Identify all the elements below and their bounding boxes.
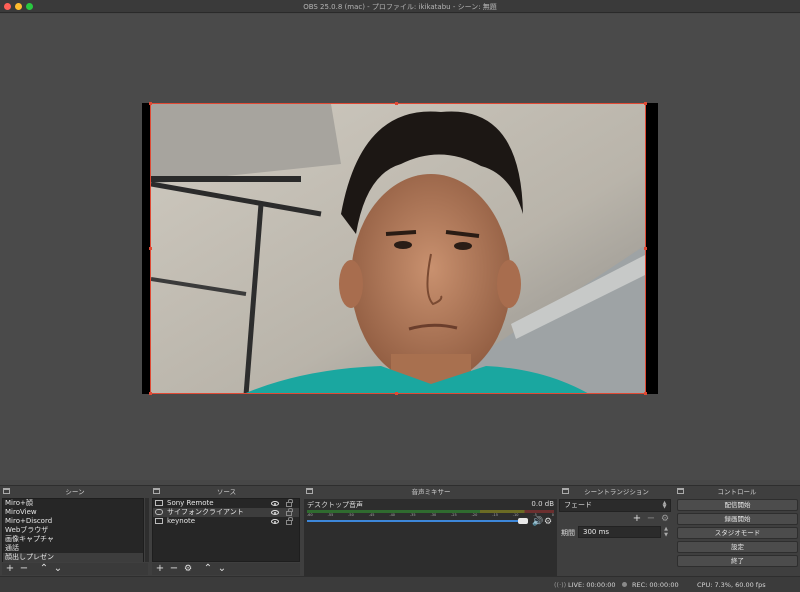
sources-dock-title: ソース <box>216 488 237 496</box>
tick-label: -40 <box>389 513 396 517</box>
studio-mode-button[interactable]: スタジオモード <box>677 527 798 539</box>
mixer-track-name: デスクトップ音声 <box>307 501 363 509</box>
chevron-updown-icon: ▲ ▼ <box>662 500 667 510</box>
gear-icon[interactable]: ⚙ <box>660 514 670 524</box>
remove-source-button[interactable]: − <box>169 564 179 574</box>
window-icon <box>155 518 163 524</box>
list-item[interactable]: keynote <box>153 517 299 526</box>
live-icon: ((·)) <box>554 581 567 589</box>
exit-button[interactable]: 終了 <box>677 555 798 567</box>
record-dot-icon <box>622 582 627 587</box>
list-item[interactable]: 通話 <box>3 544 143 553</box>
float-dock-icon[interactable] <box>562 488 569 494</box>
sources-toolbar: + − ⚙ ⌃ ⌄ <box>152 563 300 575</box>
transitions-dock-title: シーントランジション <box>584 488 649 496</box>
lock-icon[interactable] <box>286 508 293 516</box>
float-dock-icon[interactable] <box>306 488 313 494</box>
scenes-dock-title: シーン <box>65 488 85 496</box>
tick-label: -30 <box>430 513 437 517</box>
tick-label: -35 <box>409 513 416 517</box>
resize-handle[interactable] <box>149 247 152 250</box>
resize-handle[interactable] <box>644 392 647 395</box>
float-dock-icon[interactable] <box>3 488 10 494</box>
resize-handle[interactable] <box>395 392 398 395</box>
mixer-level: 0.0 dB <box>531 500 554 508</box>
float-dock-icon[interactable] <box>677 488 684 494</box>
tick-label: -15 <box>492 513 498 517</box>
transition-select[interactable]: フェード ▲ ▼ <box>559 499 671 512</box>
status-bar: ((·)) LIVE: 00:00:00 REC: 00:00:00 CPU: … <box>0 576 800 592</box>
list-item[interactable]: Miro+Discord <box>3 517 143 526</box>
list-item[interactable]: MiroView <box>3 508 143 517</box>
list-item[interactable]: Sony Remote <box>153 499 299 508</box>
tick-label: -50 <box>348 513 354 517</box>
controls-dock-title: コントロール <box>717 488 757 496</box>
cpu-status: CPU: 7.3%, 60.00 fps <box>697 581 766 589</box>
list-item[interactable]: Webブラウザ <box>3 526 143 535</box>
tick-label: -60 <box>307 513 313 517</box>
live-status: LIVE: 00:00:00 <box>568 581 616 589</box>
sources-list[interactable]: Sony Remote サイフォンクライアント keynote <box>152 498 300 562</box>
move-source-up-button[interactable]: ⌃ <box>203 564 213 574</box>
window-title: OBS 25.0.8 (mac) - プロファイル: ikikatabu - シ… <box>303 3 497 11</box>
volume-slider[interactable] <box>307 520 527 522</box>
resize-handle[interactable] <box>644 102 647 105</box>
start-streaming-button[interactable]: 配信開始 <box>677 499 798 511</box>
transition-selected: フェード <box>564 501 592 509</box>
source-label: keynote <box>167 517 196 525</box>
list-item[interactable]: Miro+顔 <box>3 499 143 508</box>
resize-handle[interactable] <box>395 102 398 105</box>
source-label: Sony Remote <box>167 499 214 507</box>
tick-label: -20 <box>471 513 478 517</box>
remove-transition-button[interactable]: − <box>646 514 656 524</box>
duration-label: 期間 <box>561 529 575 537</box>
tick-label: -25 <box>451 513 457 517</box>
transition-buttons: + − ⚙ <box>632 514 670 525</box>
mixer-track: デスクトップ音声 0.0 dB -60 -55 -50 -45 -40 -35 … <box>304 499 557 576</box>
eye-icon[interactable] <box>271 510 279 515</box>
gear-icon[interactable]: ⚙ <box>183 564 193 574</box>
scenes-toolbar: + − ⌃ ⌄ <box>2 563 148 575</box>
mixer-dock-title: 音声ミキサー <box>411 488 451 496</box>
add-transition-button[interactable]: + <box>632 514 642 524</box>
scenes-scrollbar[interactable] <box>145 498 149 562</box>
eye-icon[interactable] <box>271 501 279 506</box>
settings-button[interactable]: 設定 <box>677 541 798 553</box>
lock-icon[interactable] <box>286 499 293 507</box>
tick-label: -55 <box>327 513 334 517</box>
window-icon <box>155 500 163 506</box>
lock-icon[interactable] <box>286 517 293 525</box>
resize-handle[interactable] <box>149 102 152 105</box>
move-source-down-button[interactable]: ⌄ <box>217 564 227 574</box>
tick-label: -10 <box>512 513 519 517</box>
list-item[interactable]: 顔出しプレゼン <box>3 553 143 562</box>
title-bar: OBS 25.0.8 (mac) - プロファイル: ikikatabu - シ… <box>0 0 800 13</box>
gear-icon[interactable]: ⚙ <box>544 517 554 527</box>
webcam-source[interactable] <box>150 103 646 394</box>
eye-icon[interactable] <box>271 519 279 524</box>
list-item[interactable]: 画像キャプチャ <box>3 535 143 544</box>
add-source-button[interactable]: + <box>155 564 165 574</box>
rec-status: REC: 00:00:00 <box>632 581 679 589</box>
float-dock-icon[interactable] <box>153 488 160 494</box>
meter-ticks: -60 -55 -50 -45 -40 -35 -30 -25 -20 -15 … <box>307 513 554 518</box>
list-item[interactable]: サイフォンクライアント <box>153 508 299 517</box>
add-scene-button[interactable]: + <box>5 564 15 574</box>
webcam-person-icon <box>151 104 645 393</box>
remove-scene-button[interactable]: − <box>19 564 29 574</box>
source-label: サイフォンクライアント <box>167 508 244 516</box>
duration-input[interactable]: 300 ms <box>578 526 661 538</box>
move-scene-up-button[interactable]: ⌃ <box>39 564 49 574</box>
resize-handle[interactable] <box>149 392 152 395</box>
volume-slider-handle[interactable] <box>518 518 528 524</box>
duration-stepper[interactable]: ▲ ▼ <box>662 526 670 538</box>
scenes-list[interactable]: Miro+顔 MiroView Miro+Discord Webブラウザ 画像キ… <box>2 498 144 562</box>
move-scene-down-button[interactable]: ⌄ <box>53 564 63 574</box>
speaker-icon[interactable]: 🔊 <box>532 517 543 527</box>
resize-handle[interactable] <box>644 247 647 250</box>
tick-label: -45 <box>368 513 375 517</box>
start-recording-button[interactable]: 録画開始 <box>677 513 798 525</box>
link-icon <box>155 509 163 515</box>
